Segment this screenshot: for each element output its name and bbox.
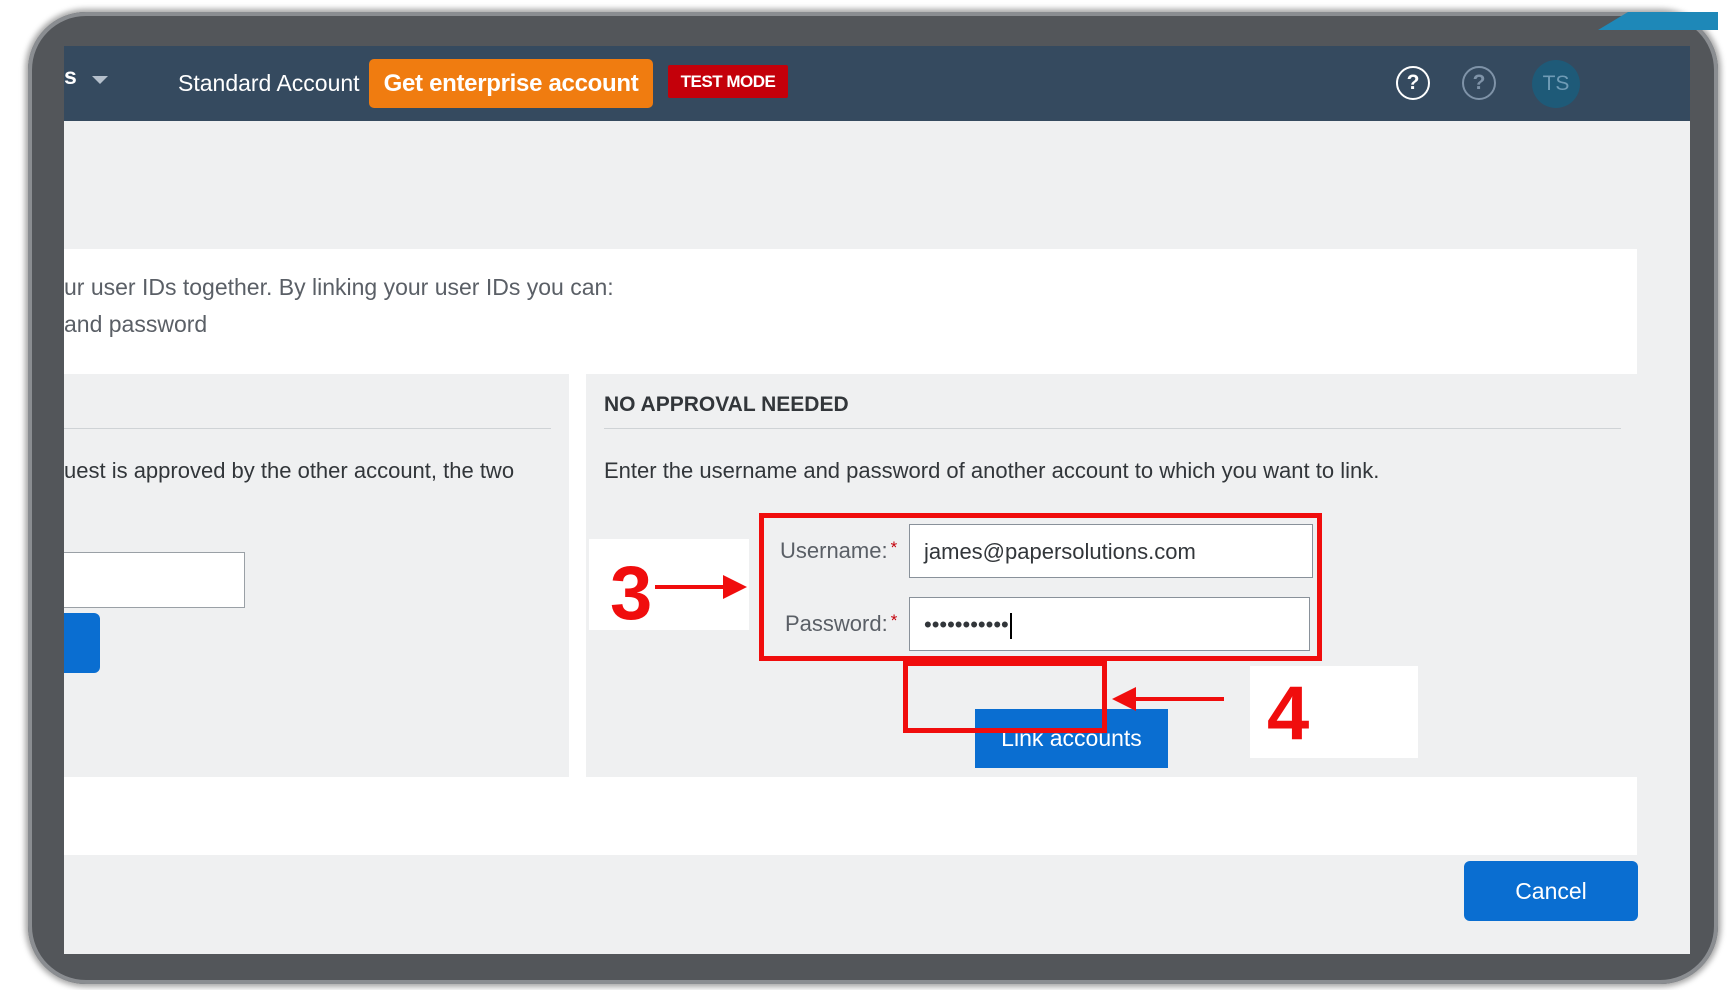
intro-text-line-1: ur user IDs together. By linking your us… xyxy=(64,274,614,300)
avatar[interactable]: TS xyxy=(1532,60,1580,108)
arrow-head-left-icon xyxy=(1112,687,1136,711)
panel-title: NO APPROVAL NEEDED xyxy=(604,393,849,416)
approval-required-panel: uest is approved by the other account, t… xyxy=(64,374,569,777)
shell-bar: s Standard Account Get enterprise accoun… xyxy=(64,46,1690,121)
no-approval-description: Enter the username and password of anoth… xyxy=(604,458,1380,483)
step-4-arrow xyxy=(1134,697,1224,701)
product-menu-label[interactable]: s xyxy=(64,63,77,90)
divider xyxy=(64,428,551,429)
approval-description: uest is approved by the other account, t… xyxy=(64,458,515,483)
divider xyxy=(604,428,1621,429)
account-id-input[interactable] xyxy=(64,552,245,608)
test-mode-badge: TEST MODE xyxy=(668,65,788,98)
help-icon[interactable]: ? xyxy=(1396,66,1430,100)
chevron-down-icon[interactable] xyxy=(92,76,108,84)
send-request-button[interactable] xyxy=(64,613,100,673)
cancel-button[interactable]: Cancel xyxy=(1464,861,1638,921)
step-3-label: 3 xyxy=(610,551,653,636)
step-3-arrow xyxy=(655,585,725,589)
intro-text-line-2: and password xyxy=(64,311,208,337)
step-4-label: 4 xyxy=(1267,671,1310,756)
app-screen: s Standard Account Get enterprise accoun… xyxy=(64,46,1690,954)
account-type-label: Standard Account xyxy=(178,70,360,96)
highlight-link-button xyxy=(903,661,1107,733)
corner-decoration xyxy=(1598,12,1718,30)
highlight-credentials xyxy=(759,513,1322,661)
help-secondary-icon[interactable]: ? xyxy=(1462,66,1496,100)
get-enterprise-account-button[interactable]: Get enterprise account xyxy=(369,59,653,108)
arrow-head-right-icon xyxy=(723,575,747,599)
